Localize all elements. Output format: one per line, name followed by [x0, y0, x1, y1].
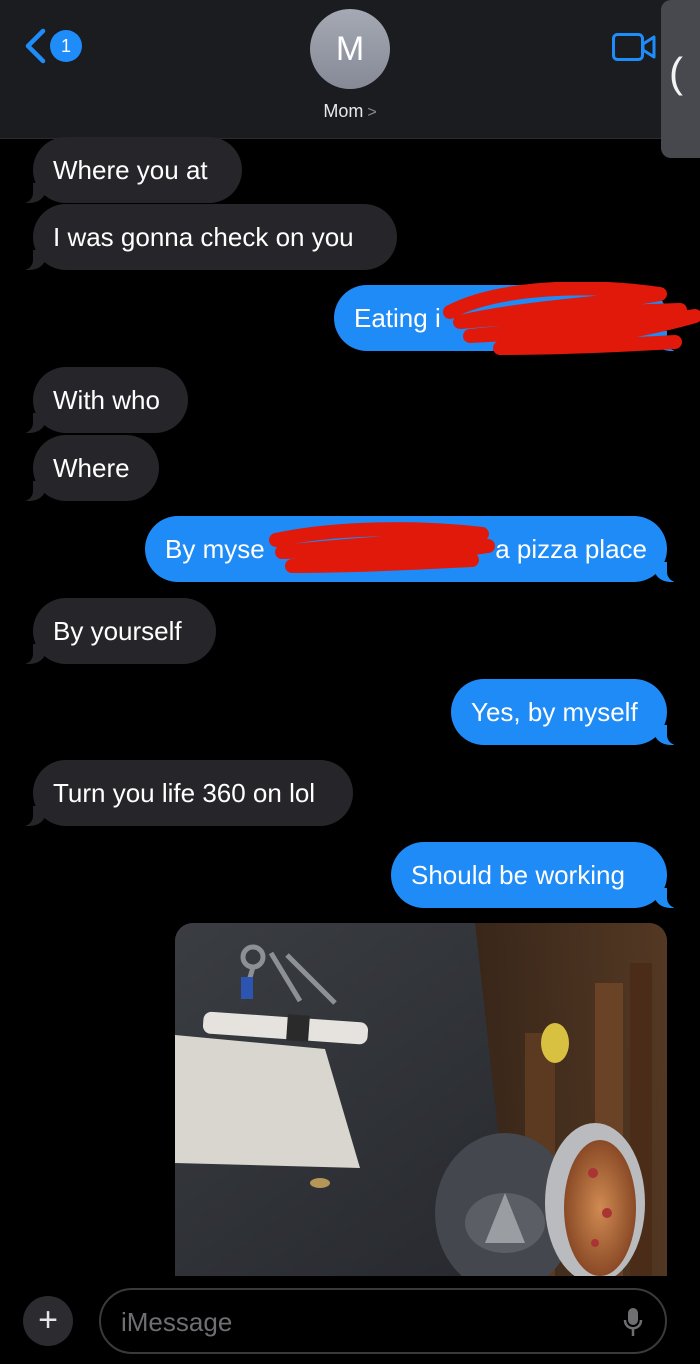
- message-composer: + iMessage: [0, 1276, 700, 1364]
- message-text-after: a pizza place: [495, 534, 647, 564]
- message-text: Turn you life 360 on lol: [53, 778, 316, 808]
- side-pull-tab[interactable]: (: [661, 0, 700, 158]
- restaurant-table-photo: [175, 923, 667, 1283]
- message-text: I was gonna check on you: [53, 222, 354, 252]
- contact-avatar[interactable]: M: [310, 9, 390, 89]
- unread-badge: 1: [50, 30, 82, 62]
- microphone-icon[interactable]: [623, 1307, 643, 1337]
- pull-tab-chevron-icon: (: [669, 49, 683, 96]
- input-placeholder: iMessage: [121, 1307, 233, 1337]
- message-incoming[interactable]: Where: [18, 435, 159, 501]
- imessage-input[interactable]: iMessage: [99, 1288, 667, 1354]
- chevron-left-icon: [25, 28, 46, 64]
- photo-attachment[interactable]: [175, 923, 667, 1283]
- message-text: Where: [53, 453, 130, 483]
- plus-icon[interactable]: +: [23, 1296, 73, 1346]
- contact-name: Mom: [323, 101, 364, 121]
- message-text: Should be working: [411, 860, 625, 890]
- conversation-header: 1 M Mom >: [0, 0, 700, 139]
- message-incoming[interactable]: I was gonna check on you: [18, 204, 397, 270]
- message-text: By yourself: [53, 616, 182, 646]
- redaction-scribble: [269, 522, 495, 573]
- message-incoming[interactable]: With who: [18, 367, 188, 433]
- message-outgoing[interactable]: Should be working: [391, 842, 682, 908]
- chevron-right-icon: >: [367, 104, 377, 121]
- redaction-scribble: [443, 282, 700, 355]
- video-camera-icon[interactable]: [612, 33, 656, 61]
- back-button[interactable]: 1: [24, 28, 82, 64]
- message-text: Eating i: [354, 303, 441, 333]
- message-text-before: By myse: [165, 534, 265, 564]
- message-text: Yes, by myself: [471, 697, 638, 727]
- message-text: With who: [53, 385, 160, 415]
- message-outgoing[interactable]: Yes, by myself: [451, 679, 682, 745]
- message-incoming[interactable]: Where you at: [18, 137, 242, 203]
- message-text: Where you at: [53, 155, 208, 185]
- contact-name-button[interactable]: Mom >: [0, 101, 700, 122]
- message-incoming[interactable]: Turn you life 360 on lol: [18, 760, 353, 826]
- message-incoming[interactable]: By yourself: [18, 598, 216, 664]
